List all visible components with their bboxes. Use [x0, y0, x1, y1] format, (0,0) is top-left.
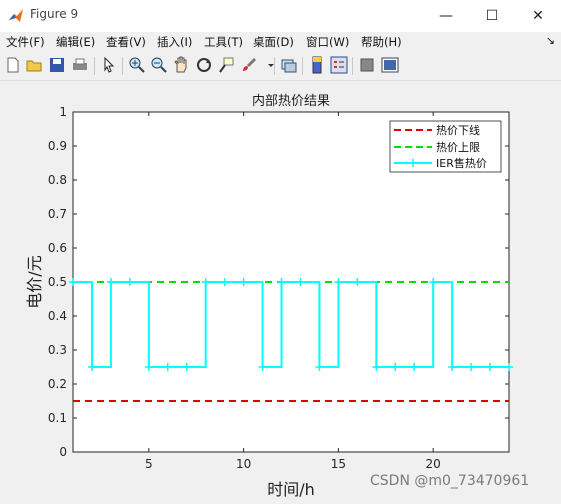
x-tick-label: 15: [331, 457, 346, 471]
x-tick-label: 20: [426, 457, 441, 471]
menu-dock-arrow-icon[interactable]: ↘: [546, 34, 555, 47]
menu-bar: 文件(F) 编辑(E) 查看(V) 插入(I) 工具(T) 桌面(D) 窗口(W…: [0, 32, 561, 52]
y-tick-label: 0: [59, 445, 67, 459]
x-tick-label: 5: [145, 457, 153, 471]
y-tick-label: 1: [59, 105, 67, 119]
figure-toolbar: [0, 52, 561, 81]
chart-title: 内部热价结果: [252, 93, 330, 109]
menu-edit[interactable]: 编辑(E): [56, 34, 95, 50]
new-figure-icon[interactable]: [4, 56, 22, 74]
data-cursor-icon[interactable]: [217, 56, 235, 74]
toolbar-separator: [352, 57, 353, 75]
minimize-icon: —: [439, 8, 453, 24]
pan-icon[interactable]: [172, 56, 190, 74]
legend-icon[interactable]: [330, 56, 348, 74]
y-tick-label: 0.8: [48, 173, 67, 187]
legend[interactable]: 热价下线 热价上限 IER售热价: [389, 120, 502, 173]
rotate-icon[interactable]: [195, 56, 213, 74]
minimize-button[interactable]: —: [423, 0, 469, 32]
legend-label-ier: IER售热价: [436, 156, 487, 170]
legend-label-upper: 热价上限: [436, 141, 480, 154]
dropdown-arrow-icon[interactable]: [262, 56, 280, 74]
toolbar-separator: [94, 57, 95, 75]
matlab-logo-icon: [9, 9, 23, 22]
watermark-text: CSDN @m0_73470961: [370, 473, 530, 489]
y-tick-label: 0.7: [48, 207, 67, 221]
close-icon: ✕: [532, 8, 544, 24]
legend-label-lower: 热价下线: [436, 123, 480, 137]
save-icon[interactable]: [48, 56, 66, 74]
x-axis-label: 时间/h: [267, 480, 315, 499]
menu-insert[interactable]: 插入(I): [157, 34, 192, 50]
y-axis-label: 电价/元: [25, 255, 44, 308]
toolbar-separator: [302, 57, 303, 75]
y-tick-label: 0.3: [48, 343, 67, 357]
link-icon[interactable]: [280, 56, 298, 74]
y-tick-label: 0.5: [48, 275, 67, 289]
edit-plot-icon[interactable]: [100, 56, 118, 74]
window-title: Figure 9: [30, 7, 79, 21]
colorbar-icon[interactable]: [308, 56, 326, 74]
zoom-in-icon[interactable]: [128, 56, 146, 74]
window-titlebar: Figure 9 — ☐ ✕: [0, 0, 561, 32]
x-tick-label: 10: [236, 457, 251, 471]
y-tick-label: 0.9: [48, 139, 67, 153]
menu-help[interactable]: 帮助(H): [361, 34, 402, 50]
y-tick-label: 0.2: [48, 377, 67, 391]
toolbar-separator: [122, 57, 123, 75]
menu-file[interactable]: 文件(F): [6, 34, 45, 50]
maximize-icon: ☐: [485, 8, 499, 24]
menu-tools[interactable]: 工具(T): [204, 34, 243, 50]
maximize-button[interactable]: ☐: [469, 0, 515, 32]
y-tick-label: 0.4: [48, 309, 67, 323]
show-plot-tools-icon[interactable]: [381, 56, 399, 74]
zoom-out-icon[interactable]: [150, 56, 168, 74]
figure-canvas: 内部热价结果 时间/h 电价/元 0 0.1 0.2 0.3 0.4 0.5 0.6 0.7 0…: [0, 81, 561, 500]
open-file-icon[interactable]: [25, 56, 43, 74]
menu-view[interactable]: 查看(V): [106, 34, 146, 50]
line-chart: 内部热价结果 时间/h 电价/元 0 0.1 0.2 0.3 0.4 0.5 0.6 0.7 0…: [25, 93, 513, 499]
close-button[interactable]: ✕: [515, 0, 561, 32]
print-icon[interactable]: [71, 56, 89, 74]
menu-window[interactable]: 窗口(W): [306, 34, 349, 50]
hide-plot-tools-icon[interactable]: [358, 56, 376, 74]
menu-desktop[interactable]: 桌面(D): [253, 34, 294, 50]
toolbar-separator: [274, 57, 275, 75]
brush-icon[interactable]: [240, 56, 258, 74]
y-tick-label: 0.6: [48, 241, 67, 255]
y-tick-label: 0.1: [48, 411, 67, 425]
